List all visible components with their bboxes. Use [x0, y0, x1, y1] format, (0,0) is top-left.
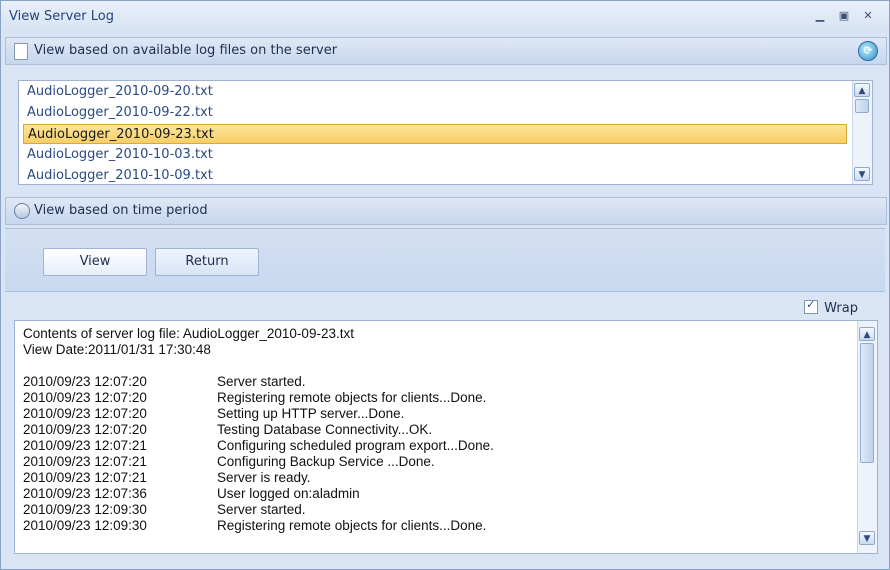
log-entry-time: 2010/09/23 12:07:20: [23, 406, 147, 421]
scroll-up-icon[interactable]: ▲: [859, 327, 875, 341]
log-files-section-header[interactable]: View based on available log files on the…: [5, 37, 887, 65]
action-button-panel: View Return: [5, 228, 885, 292]
scroll-thumb[interactable]: [860, 343, 874, 463]
log-entry-time: 2010/09/23 12:07:36: [23, 486, 147, 501]
wrap-label: Wrap: [824, 301, 858, 316]
minimize-icon[interactable]: ▁: [812, 9, 828, 23]
server-log-window: View Server Log ▁ ▣ ✕ View based on avai…: [0, 0, 890, 570]
time-period-section-header[interactable]: View based on time period: [5, 197, 887, 225]
log-entry-time: 2010/09/23 12:09:30: [23, 518, 147, 533]
return-button[interactable]: Return: [155, 248, 259, 276]
view-button[interactable]: View: [43, 248, 147, 276]
log-entry-time: 2010/09/23 12:07:21: [23, 438, 147, 453]
log-entry-message: Testing Database Connectivity...OK.: [217, 422, 433, 437]
log-scrollbar[interactable]: ▲ ▼: [857, 321, 877, 553]
wrap-toggle[interactable]: Wrap: [804, 298, 858, 316]
window-title: View Server Log: [9, 9, 114, 24]
list-item[interactable]: AudioLogger_2010-10-03.txt: [23, 145, 847, 165]
close-icon[interactable]: ✕: [860, 9, 876, 23]
scroll-thumb[interactable]: [855, 99, 869, 113]
log-entry-time: 2010/09/23 12:07:20: [23, 422, 147, 437]
log-header-date: View Date:2011/01/31 17:30:48: [23, 342, 211, 357]
maximize-icon[interactable]: ▣: [836, 9, 852, 23]
scroll-down-icon[interactable]: ▼: [854, 167, 870, 181]
log-entry-message: Setting up HTTP server...Done.: [217, 406, 405, 421]
refresh-icon[interactable]: ⟳: [858, 41, 878, 61]
list-item[interactable]: AudioLogger_2010-10-09.txt: [23, 166, 847, 184]
log-entry-message: Registering remote objects for clients..…: [217, 518, 487, 533]
log-files-section-label: View based on available log files on the…: [34, 43, 338, 58]
list-item[interactable]: AudioLogger_2010-09-20.txt: [23, 82, 847, 102]
wrap-checkbox[interactable]: [804, 298, 819, 314]
log-entry-time: 2010/09/23 12:07:21: [23, 454, 147, 469]
file-list-scrollbar[interactable]: ▲ ▼: [852, 81, 872, 184]
log-entry-time: 2010/09/23 12:07:21: [23, 470, 147, 485]
time-period-section-label: View based on time period: [34, 203, 208, 218]
scroll-down-icon[interactable]: ▼: [859, 531, 875, 545]
log-entry-time: 2010/09/23 12:07:20: [23, 374, 147, 389]
list-item-selected[interactable]: AudioLogger_2010-09-23.txt: [23, 124, 847, 144]
log-contents-box[interactable]: Contents of server log file: AudioLogger…: [14, 320, 878, 554]
log-file-list[interactable]: AudioLogger_2010-09-20.txt AudioLogger_2…: [18, 80, 873, 185]
log-entry-message: Configuring Backup Service ...Done.: [217, 454, 435, 469]
scroll-up-icon[interactable]: ▲: [854, 83, 870, 97]
document-icon: [14, 43, 28, 60]
list-item[interactable]: AudioLogger_2010-09-22.txt: [23, 103, 847, 123]
log-entry-time: 2010/09/23 12:07:20: [23, 390, 147, 405]
clock-icon: [14, 203, 30, 219]
log-entry-time: 2010/09/23 12:09:30: [23, 502, 147, 517]
title-bar: View Server Log ▁ ▣ ✕: [1, 1, 889, 33]
log-entry-message: Registering remote objects for clients..…: [217, 390, 487, 405]
log-entry-message: Server started.: [217, 502, 306, 517]
log-entry-message: Server is ready.: [217, 470, 311, 485]
log-entry-message: Server started.: [217, 374, 306, 389]
log-header-file: Contents of server log file: AudioLogger…: [23, 326, 354, 341]
log-entry-message: Configuring scheduled program export...D…: [217, 438, 494, 453]
log-entry-message: User logged on:aladmin: [217, 486, 360, 501]
